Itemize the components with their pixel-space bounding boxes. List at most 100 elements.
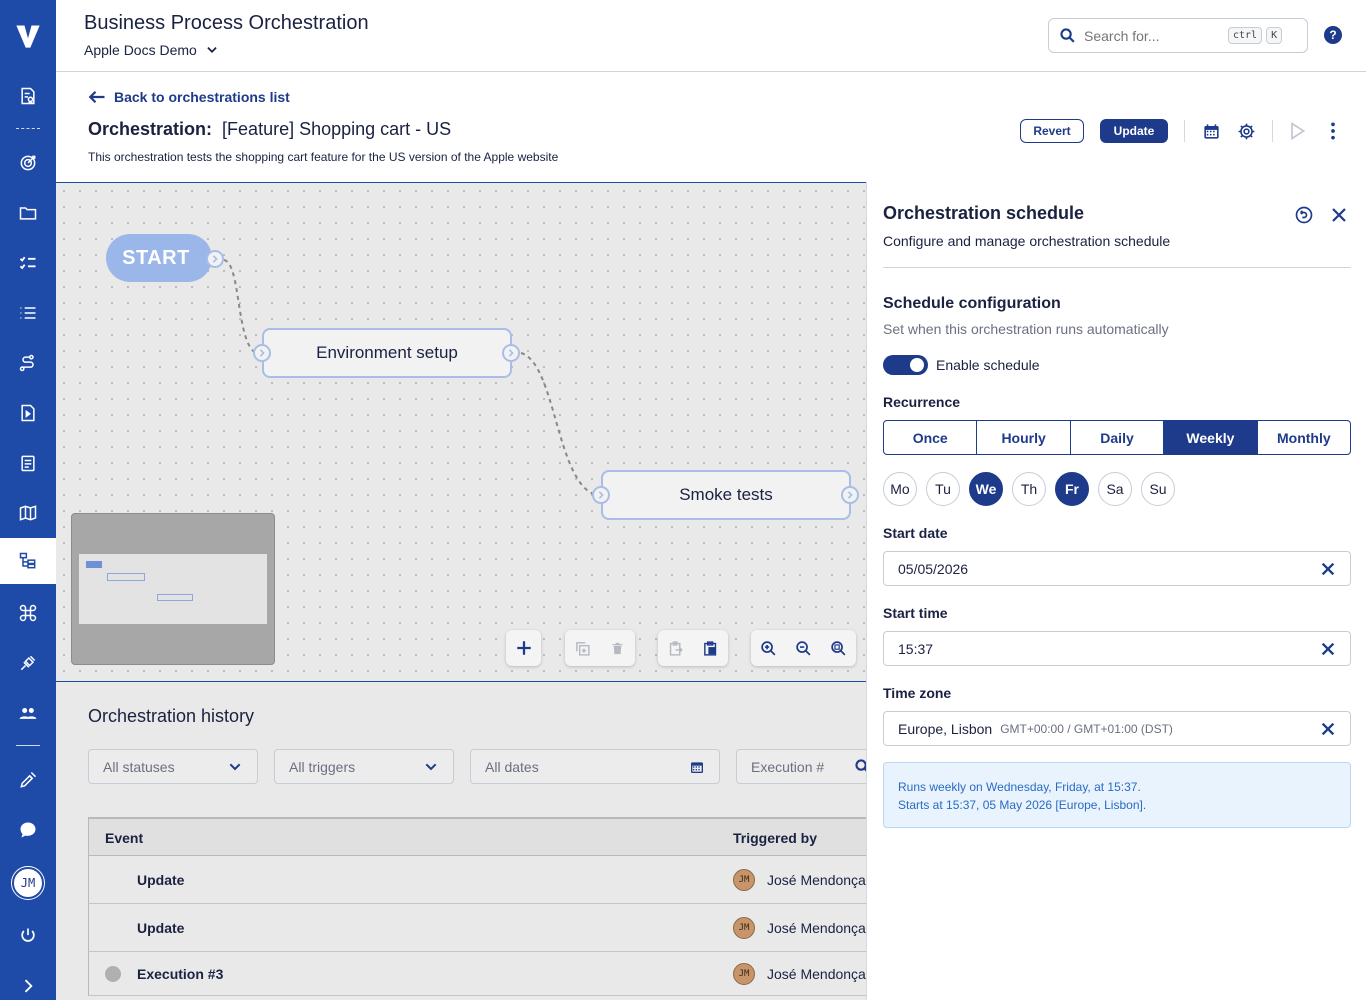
recurrence-hourly[interactable]: Hourly bbox=[977, 421, 1071, 454]
zoom-in-icon bbox=[761, 640, 776, 655]
add-node-group bbox=[506, 630, 541, 666]
start-output-port[interactable] bbox=[206, 250, 224, 268]
recurrence-label: Recurrence bbox=[883, 394, 961, 410]
copy-icon bbox=[576, 641, 590, 656]
gear-icon[interactable] bbox=[1236, 121, 1256, 141]
plug-icon[interactable] bbox=[0, 645, 56, 681]
start-date-label: Start date bbox=[883, 525, 948, 541]
project-selector[interactable]: Apple Docs Demo bbox=[84, 42, 219, 58]
section-title: Schedule configuration bbox=[883, 295, 1061, 312]
recurrence-daily[interactable]: Daily bbox=[1071, 421, 1165, 454]
recurrence-segmented-control: Once Hourly Daily Weekly Monthly bbox=[883, 420, 1351, 455]
avatar[interactable]: JM bbox=[0, 865, 56, 901]
update-button[interactable]: Update bbox=[1100, 119, 1168, 143]
chevron-down-icon bbox=[229, 763, 241, 770]
day-toggle-sa[interactable]: Sa bbox=[1098, 472, 1132, 506]
table-row[interactable]: Update JM José Mendonça bbox=[88, 904, 888, 952]
logo-v-icon[interactable] bbox=[0, 18, 56, 54]
map-icon[interactable] bbox=[0, 495, 56, 531]
zoom-fit-button[interactable] bbox=[821, 630, 856, 666]
event-cell: Update bbox=[137, 871, 185, 888]
user-name: José Mendonça bbox=[767, 871, 866, 888]
pen-tool-icon[interactable] bbox=[0, 762, 56, 798]
panel-title: Orchestration schedule bbox=[883, 203, 1085, 223]
global-search[interactable]: ctrl K bbox=[1048, 18, 1308, 53]
back-to-list-link[interactable]: Back to orchestrations list bbox=[88, 89, 290, 105]
status-filter[interactable]: All statuses bbox=[88, 749, 258, 784]
page-title: Orchestration: [Feature] Shopping cart -… bbox=[88, 119, 451, 140]
orchestration-canvas[interactable]: START Environment setup Smoke tests bbox=[56, 182, 866, 682]
day-toggle-we[interactable]: We bbox=[969, 472, 1003, 506]
day-toggle-fr[interactable]: Fr bbox=[1055, 472, 1089, 506]
zoom-out-icon bbox=[796, 640, 811, 655]
orchestration-icon[interactable] bbox=[0, 538, 56, 584]
clear-icon[interactable] bbox=[1320, 641, 1336, 657]
folder-icon[interactable] bbox=[0, 195, 56, 231]
target-icon[interactable] bbox=[0, 145, 56, 181]
enable-schedule-toggle[interactable] bbox=[883, 355, 928, 375]
edit-node-group bbox=[565, 630, 635, 666]
table-row[interactable]: Execution #3 JM José Mendonça bbox=[88, 952, 888, 996]
recurrence-once[interactable]: Once bbox=[884, 421, 978, 454]
revert-button[interactable]: Revert bbox=[1020, 119, 1084, 143]
play-icon[interactable] bbox=[1287, 121, 1307, 141]
event-cell: Execution #3 bbox=[137, 965, 224, 982]
schedule-panel: Orchestration schedule Configure and man… bbox=[866, 182, 1366, 1000]
minimap-viewport[interactable] bbox=[79, 554, 267, 624]
start-node[interactable]: START bbox=[106, 234, 212, 282]
clear-icon[interactable] bbox=[1320, 721, 1336, 737]
history-revert-icon[interactable] bbox=[1294, 205, 1314, 225]
start-date-value: 05/05/2026 bbox=[898, 560, 969, 577]
clear-icon[interactable] bbox=[1320, 561, 1336, 577]
node-output-port[interactable] bbox=[841, 486, 859, 504]
flow-node-label: Smoke tests bbox=[679, 485, 773, 504]
add-node-button[interactable] bbox=[506, 630, 541, 666]
close-icon[interactable] bbox=[1330, 206, 1348, 224]
clipboard-group bbox=[658, 630, 728, 666]
minimap-node bbox=[157, 594, 193, 601]
execution-search[interactable]: Execution # bbox=[736, 749, 886, 784]
node-input-port[interactable] bbox=[253, 344, 271, 362]
users-icon[interactable] bbox=[0, 695, 56, 731]
reports-icon[interactable] bbox=[0, 78, 56, 114]
timezone-field[interactable]: Europe, Lisbon GMT+00:00 / GMT+01:00 (DS… bbox=[883, 711, 1351, 746]
cut-button[interactable] bbox=[658, 630, 693, 666]
calendar-icon[interactable] bbox=[1201, 121, 1221, 141]
checklist-icon[interactable] bbox=[0, 245, 56, 281]
canvas-minimap[interactable] bbox=[71, 513, 275, 665]
document-play-icon[interactable] bbox=[0, 395, 56, 431]
flow-node-environment-setup[interactable]: Environment setup bbox=[262, 328, 512, 378]
day-toggle-th[interactable]: Th bbox=[1012, 472, 1046, 506]
node-input-port[interactable] bbox=[592, 486, 610, 504]
chevron-down-icon bbox=[207, 47, 217, 53]
day-toggle-tu[interactable]: Tu bbox=[926, 472, 960, 506]
start-date-field[interactable]: 05/05/2026 bbox=[883, 551, 1351, 586]
day-toggle-su[interactable]: Su bbox=[1141, 472, 1175, 506]
paste-button[interactable] bbox=[693, 630, 728, 666]
help-icon[interactable]: ? bbox=[1324, 26, 1342, 44]
flow-icon[interactable] bbox=[0, 345, 56, 381]
flow-node-smoke-tests[interactable]: Smoke tests bbox=[601, 470, 851, 520]
trigger-filter[interactable]: All triggers bbox=[274, 749, 454, 784]
node-output-port[interactable] bbox=[502, 344, 520, 362]
delete-node-button[interactable] bbox=[600, 630, 635, 666]
more-vertical-icon[interactable] bbox=[1323, 121, 1343, 141]
chat-icon[interactable] bbox=[0, 812, 56, 848]
date-filter[interactable]: All dates bbox=[470, 749, 720, 784]
start-time-field[interactable]: 15:37 bbox=[883, 631, 1351, 666]
list-icon[interactable] bbox=[0, 295, 56, 331]
table-row[interactable]: Update JM José Mendonça bbox=[88, 856, 888, 904]
expand-icon[interactable] bbox=[0, 968, 56, 1000]
power-icon[interactable] bbox=[0, 918, 56, 954]
duplicate-node-button[interactable] bbox=[565, 630, 600, 666]
zoom-out-button[interactable] bbox=[786, 630, 821, 666]
minimap-node bbox=[107, 573, 145, 581]
day-toggle-mo[interactable]: Mo bbox=[883, 472, 917, 506]
search-input[interactable] bbox=[1084, 27, 1224, 44]
recurrence-weekly[interactable]: Weekly bbox=[1164, 421, 1258, 454]
command-icon[interactable] bbox=[0, 595, 56, 631]
zoom-in-button[interactable] bbox=[751, 630, 786, 666]
start-time-label: Start time bbox=[883, 605, 948, 621]
recurrence-monthly[interactable]: Monthly bbox=[1258, 421, 1350, 454]
clipboard-list-icon[interactable] bbox=[0, 445, 56, 481]
